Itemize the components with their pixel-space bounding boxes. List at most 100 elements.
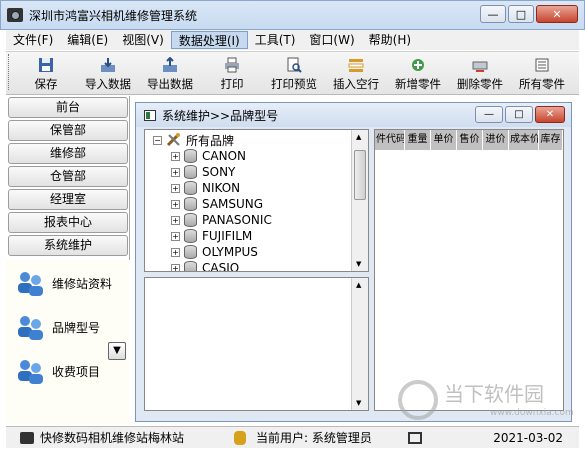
scroll-down-arrow[interactable]: ▼: [356, 399, 361, 407]
nav-reports[interactable]: 报表中心: [8, 212, 128, 233]
status-bar: 快修数码相机维修站梅林站 当前用户: 系统管理员 2021-03-02: [6, 426, 579, 448]
toolbar-grip[interactable]: [8, 54, 11, 90]
expand-toggle[interactable]: +: [171, 215, 180, 225]
export-icon: [163, 57, 177, 72]
add-part-button[interactable]: 新增零件: [387, 57, 449, 94]
menu-tools[interactable]: 工具(T): [248, 31, 303, 49]
toolbar: 保存 导入数据 导出数据 打印 打印预览 插入空行 新增零件 删除零件 所有零件: [6, 51, 579, 95]
subnav-fee-items[interactable]: 收费项目: [14, 356, 100, 386]
title-bar: 深圳市鸿富兴相机维修管理系统 — □ ✕: [0, 0, 585, 30]
expand-toggle[interactable]: +: [171, 231, 180, 241]
maximize-button[interactable]: □: [508, 5, 534, 23]
tree-item-label: PANASONIC: [202, 213, 272, 227]
print-preview-button[interactable]: 打印预览: [263, 57, 325, 94]
import-icon: [101, 58, 115, 72]
tree-item-label: FUJIFILM: [202, 229, 253, 243]
model-list-panel[interactable]: ▲ ▼: [144, 277, 369, 411]
database-icon: [184, 197, 197, 211]
tree-item[interactable]: + OLYMPUS: [171, 244, 258, 260]
grid-column-header[interactable]: 成本价: [509, 130, 539, 150]
grid-column-header[interactable]: 进价: [483, 130, 509, 150]
child-close-button[interactable]: ✕: [535, 106, 565, 123]
expand-toggle[interactable]: +: [171, 167, 180, 177]
print-preview-icon: [287, 57, 302, 73]
save-label: 保存: [34, 77, 58, 91]
delete-part-label: 删除零件: [457, 77, 503, 91]
tree-item[interactable]: + NIKON: [171, 180, 240, 196]
child-minimize-button[interactable]: —: [475, 106, 503, 123]
tree-item-label: CASIO: [202, 261, 240, 272]
brand-tree[interactable]: − 所有品牌 + CANON + SONY + NIKON + SAMSUNG + PAN…: [144, 129, 369, 272]
save-button[interactable]: 保存: [15, 57, 77, 94]
parts-grid[interactable]: 件代码 重量 单价 售价 进价 成本价 库存: [374, 129, 564, 411]
print-preview-label: 打印预览: [271, 77, 317, 91]
all-parts-label: 所有零件: [519, 77, 565, 91]
export-data-button[interactable]: 导出数据: [139, 57, 201, 94]
users-icon: [18, 272, 43, 296]
subnav-fee-items-label: 收费项目: [52, 364, 101, 379]
print-label: 打印: [220, 77, 244, 91]
print-button[interactable]: 打印: [201, 57, 263, 94]
scroll-up-arrow[interactable]: ▲: [356, 133, 361, 141]
user-icon: [234, 430, 247, 445]
child-maximize-button[interactable]: □: [505, 106, 533, 123]
nav-system-maintenance[interactable]: 系统维护: [8, 235, 128, 256]
nav-manager[interactable]: 经理室: [8, 189, 128, 210]
insert-row-label: 插入空行: [333, 77, 379, 91]
close-button[interactable]: ✕: [536, 5, 578, 23]
menu-edit[interactable]: 编辑(E): [60, 31, 115, 49]
expand-toggle[interactable]: +: [171, 263, 180, 271]
nav-repair[interactable]: 维修部: [8, 143, 128, 164]
tree-item[interactable]: + SAMSUNG: [171, 196, 263, 212]
expand-toggle[interactable]: +: [171, 183, 180, 193]
menu-file[interactable]: 文件(F): [6, 31, 60, 49]
menu-view[interactable]: 视图(V): [115, 31, 171, 49]
grid-column-header[interactable]: 重量: [405, 130, 431, 150]
scroll-thumb[interactable]: [354, 150, 366, 200]
import-data-button[interactable]: 导入数据: [77, 57, 139, 94]
subnav-brand-model[interactable]: 品牌型号: [14, 312, 100, 342]
database-icon: [184, 245, 197, 259]
minimize-button[interactable]: —: [480, 5, 506, 23]
tree-item-label: NIKON: [202, 181, 241, 195]
nav-warehouse[interactable]: 仓管部: [8, 166, 128, 187]
expand-toggle[interactable]: +: [171, 247, 180, 257]
nav-scroll-down-button[interactable]: ▼: [108, 342, 126, 360]
nav-front-desk[interactable]: 前台: [8, 97, 128, 118]
tree-root[interactable]: − 所有品牌: [153, 132, 234, 148]
grid-column-header[interactable]: 售价: [457, 130, 483, 150]
tree-item[interactable]: + SONY: [171, 164, 235, 180]
tree-item[interactable]: + PANASONIC: [171, 212, 272, 228]
menu-bar: 文件(F) 编辑(E) 视图(V) 数据处理(I) 工具(T) 窗口(W) 帮助…: [6, 30, 579, 50]
collapse-toggle[interactable]: −: [153, 135, 162, 145]
subnav-station-info-label: 维修站资料: [52, 276, 113, 291]
grid-column-header[interactable]: 件代码: [375, 130, 405, 150]
menu-window[interactable]: 窗口(W): [302, 31, 361, 49]
printer-icon: [225, 57, 239, 73]
tree-item[interactable]: + CANON: [171, 148, 246, 164]
status-station: 快修数码相机维修站梅林站: [40, 431, 185, 445]
tree-scrollbar[interactable]: ▲ ▼: [351, 130, 368, 271]
brand-model-window: 系统维护>>品牌型号 — □ ✕ − 所有品牌 + CANON + SONY + NI…: [135, 102, 572, 422]
grid-column-header[interactable]: 库存: [539, 130, 563, 150]
menu-help[interactable]: 帮助(H): [362, 31, 418, 49]
subnav-station-info[interactable]: 维修站资料: [14, 268, 112, 298]
delete-part-button[interactable]: 删除零件: [449, 57, 511, 94]
grid-column-header[interactable]: 单价: [431, 130, 457, 150]
all-parts-icon: [535, 58, 549, 72]
calendar-icon: [407, 431, 422, 444]
status-date: 2021-03-02: [493, 430, 563, 445]
insert-row-button[interactable]: 插入空行: [325, 57, 387, 94]
scroll-up-arrow[interactable]: ▲: [356, 281, 361, 289]
tree-item[interactable]: + FUJIFILM: [171, 228, 252, 244]
nav-custody[interactable]: 保管部: [8, 120, 128, 141]
expand-toggle[interactable]: +: [171, 151, 180, 161]
model-list-scrollbar[interactable]: ▲ ▼: [351, 278, 368, 410]
scroll-down-arrow[interactable]: ▼: [356, 260, 361, 268]
tree-item[interactable]: + CASIO: [171, 260, 240, 272]
subnav-brand-model-label: 品牌型号: [52, 320, 101, 335]
database-icon: [184, 261, 197, 271]
menu-data-processing[interactable]: 数据处理(I): [170, 31, 248, 49]
expand-toggle[interactable]: +: [171, 199, 180, 209]
all-parts-button[interactable]: 所有零件: [511, 57, 573, 94]
